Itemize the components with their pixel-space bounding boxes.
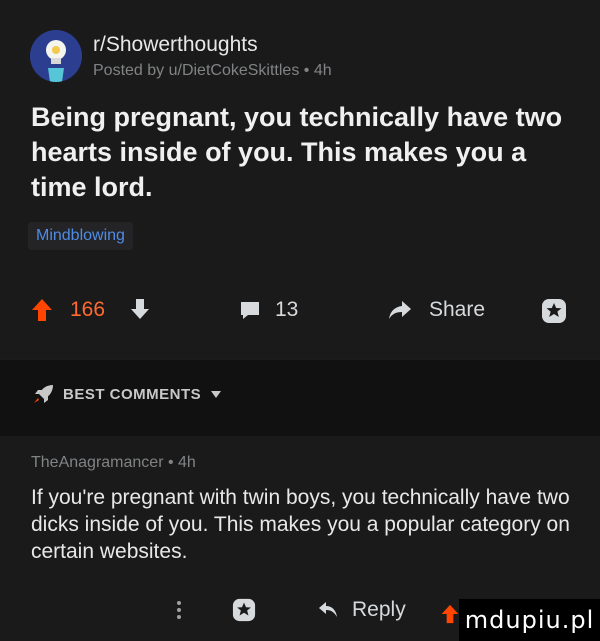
post-score: 166 — [70, 298, 106, 321]
reply-label: Reply — [352, 598, 406, 621]
subreddit-name[interactable]: r/Showerthoughts — [93, 33, 258, 57]
award-button[interactable] — [541, 298, 567, 324]
comments-sort-bar: BEST COMMENTS — [0, 360, 600, 436]
lightbulb-icon — [30, 30, 82, 82]
share-label: Share — [429, 298, 486, 321]
post-actions-bar: 166 13 Share — [0, 298, 600, 338]
site-watermark: mdupiu.pl — [459, 599, 600, 641]
comment-award-button[interactable] — [232, 598, 256, 622]
more-vertical-icon — [177, 601, 181, 619]
subreddit-avatar[interactable] — [30, 30, 82, 82]
comment-body: If you're pregnant with twin boys, you t… — [31, 486, 570, 563]
downvote-arrow-icon — [131, 299, 149, 319]
chevron-down-icon — [211, 390, 222, 398]
reply-arrow-icon — [319, 602, 337, 617]
comment-author-meta[interactable]: TheAnagramancer • 4h — [31, 454, 196, 472]
comments-button[interactable]: 13 — [239, 298, 298, 322]
post-meta: Posted by u/DietCokeSkittles • 4h — [93, 62, 332, 79]
share-button[interactable]: Share — [387, 298, 485, 322]
comment-more-button[interactable] — [176, 600, 182, 620]
downvote-button[interactable] — [130, 298, 150, 320]
upvote-button[interactable] — [31, 298, 53, 322]
comment-count: 13 — [275, 298, 299, 321]
sort-dropdown[interactable]: BEST COMMENTS — [33, 384, 222, 404]
upvote-arrow-icon — [441, 604, 459, 624]
post-title[interactable]: Being pregnant, you technically have two… — [31, 100, 571, 205]
rocket-icon — [34, 385, 53, 403]
post-card: r/Showerthoughts Posted by u/DietCokeSki… — [0, 0, 600, 357]
award-icon — [542, 299, 566, 323]
reply-button[interactable]: Reply — [318, 598, 406, 622]
upvote-arrow-icon — [32, 299, 52, 321]
sort-label: BEST COMMENTS — [63, 385, 202, 403]
comment-bubble-icon — [241, 302, 259, 319]
post-flair[interactable]: Mindblowing — [28, 222, 133, 250]
award-icon — [232, 598, 256, 622]
share-arrow-icon — [389, 301, 411, 319]
